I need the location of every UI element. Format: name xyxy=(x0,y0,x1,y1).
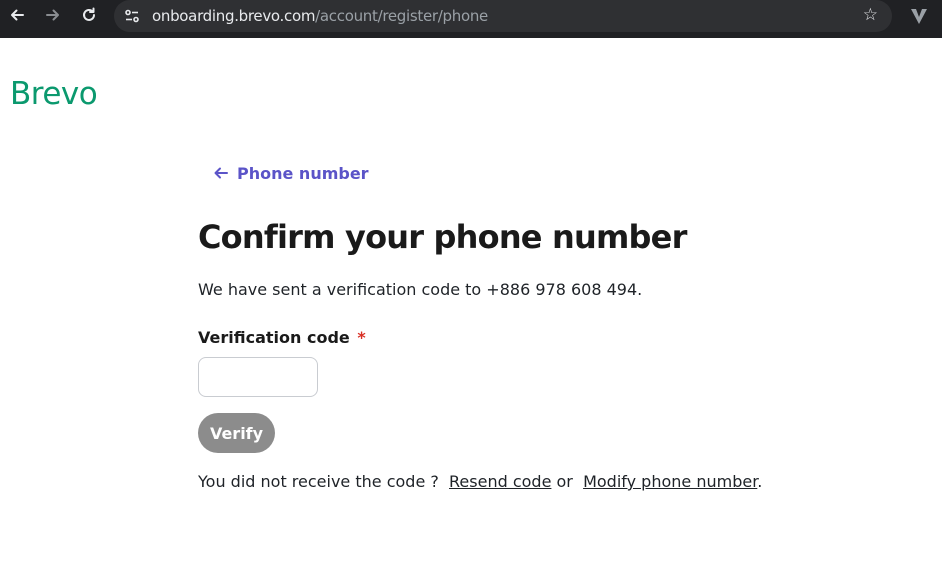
extension-icon[interactable] xyxy=(906,4,932,28)
url-text[interactable]: onboarding.brevo.com/account/register/ph… xyxy=(152,7,488,25)
brevo-logo: Brevo xyxy=(10,76,98,112)
back-arrow-icon[interactable] xyxy=(3,1,31,29)
verification-code-label: Verification code * xyxy=(198,328,366,347)
verify-button[interactable]: Verify xyxy=(198,413,275,453)
browser-toolbar: onboarding.brevo.com/account/register/ph… xyxy=(0,0,942,38)
page-title: Confirm your phone number xyxy=(198,218,687,256)
reload-icon[interactable] xyxy=(75,1,103,29)
address-bar[interactable]: onboarding.brevo.com/account/register/ph… xyxy=(114,0,892,32)
url-host: onboarding.brevo.com xyxy=(152,7,316,25)
resend-prompt: You did not receive the code ? xyxy=(198,472,439,491)
forward-arrow-icon[interactable] xyxy=(39,1,67,29)
verification-code-input[interactable] xyxy=(198,357,318,397)
site-settings-icon[interactable] xyxy=(123,7,141,25)
verification-code-label-text: Verification code xyxy=(198,328,350,347)
period-text: . xyxy=(757,472,763,491)
back-link-label: Phone number xyxy=(237,164,369,183)
bookmark-star-icon[interactable]: ☆ xyxy=(863,5,878,25)
modify-phone-number-link[interactable]: Modify phone number xyxy=(583,472,757,491)
url-path: /account/register/phone xyxy=(315,7,488,25)
resend-code-link[interactable]: Resend code xyxy=(449,472,551,491)
left-arrow-icon xyxy=(214,165,228,183)
or-text: or xyxy=(556,472,573,491)
required-asterisk: * xyxy=(357,328,366,347)
resend-code-line: You did not receive the code ? Resend co… xyxy=(198,472,762,491)
back-to-phone-number-link[interactable]: Phone number xyxy=(214,164,369,183)
verification-sent-message: We have sent a verification code to +886… xyxy=(198,280,643,299)
